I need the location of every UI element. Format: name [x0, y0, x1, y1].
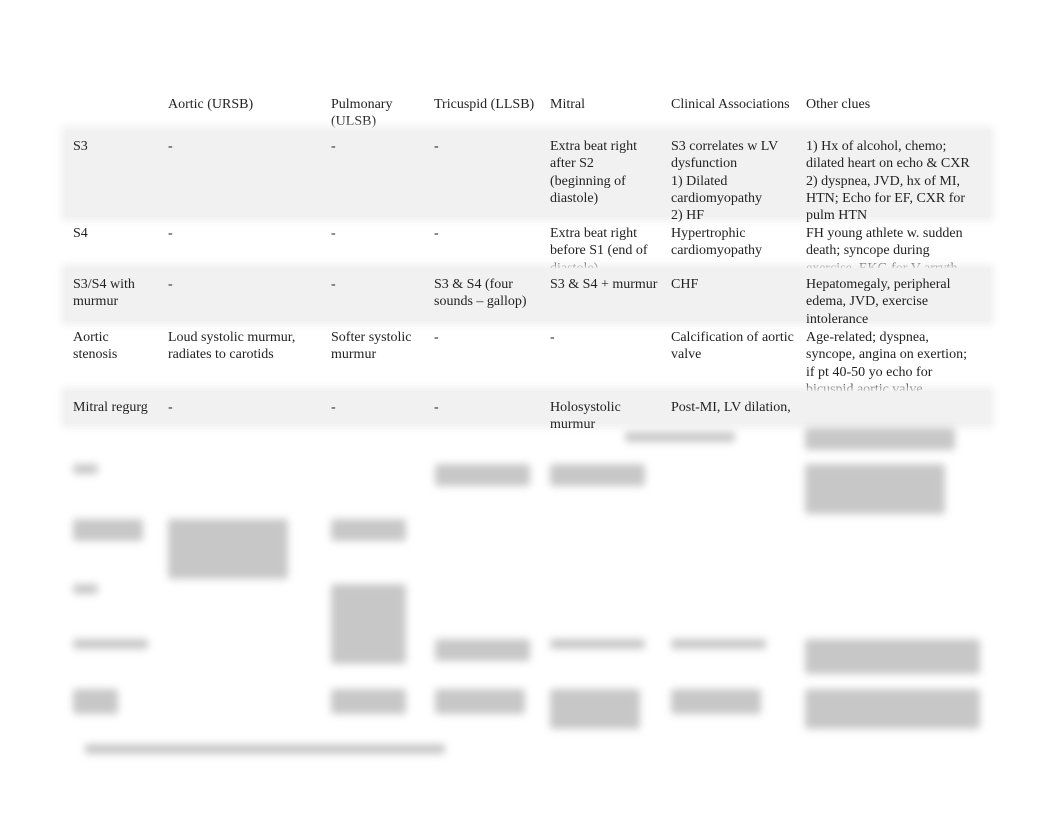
table-cell: Calcification of aortic valve — [671, 330, 794, 363]
table-cell: - — [434, 139, 439, 154]
table-cell: - — [331, 277, 336, 292]
table-cell: - — [550, 330, 555, 345]
table-cell: CHF — [671, 277, 699, 292]
row-label: S3 — [73, 139, 88, 154]
table-cell: - — [331, 226, 336, 241]
table-cell: - — [434, 330, 439, 345]
table-row: Aortic stenosis Loud systolic murmur, rad… — [65, 321, 990, 397]
row-label: Aortic stenosis — [73, 330, 118, 363]
header-cell: Tricuspid (LLSB) — [434, 97, 535, 112]
table-cell: S3 & S4 + murmur — [550, 277, 658, 292]
table-cell: - — [168, 277, 173, 292]
row-label: S3/S4 with murmur — [73, 277, 135, 310]
table-cell: Extra beat right after S2 (beginning of … — [550, 139, 638, 206]
table-cell: - — [168, 139, 173, 154]
blurred-table-section — [65, 424, 990, 754]
header-cell: Pulmonary (ULSB) — [331, 97, 393, 130]
table-cell: - — [168, 400, 173, 415]
header-cell: Clinical Associations — [671, 97, 790, 112]
table-row: S3/S4 with murmur - - S3 & S4 (four sounds … — [65, 268, 990, 327]
table-cell: - — [331, 400, 336, 415]
header-cell: Mitral — [550, 97, 585, 112]
header-cell: Other clues — [806, 97, 871, 112]
table-cell: - — [168, 226, 173, 241]
table-row: S4- - - Extra beat right before S1 (end of … — [65, 217, 990, 276]
table-cell: S3 correlates w LV dysfunction 1) Dilate… — [671, 139, 779, 224]
table-cell: Hypertrophic cardiomyopathy — [671, 226, 762, 259]
table-cell: Loud systolic murmur, radiates to caroti… — [168, 330, 296, 363]
table-cell: - — [434, 226, 439, 241]
table-row: Mitral regurg - - - Holosystolic murmur Post-… — [65, 391, 990, 432]
heart-sounds-table: Aortic (URSB) Pulmonary (ULSB) Tricuspid… — [65, 88, 990, 754]
table-cell: Post-MI, LV dilation, — [671, 400, 791, 415]
table-cell: Age-related; dyspnea, syncope, angina on… — [806, 330, 967, 397]
table-row: S3 - - - Extra beat right after S2 (beginnin… — [65, 130, 990, 223]
row-label: S4 — [73, 226, 88, 241]
table-cell: S3 & S4 (four sounds – gallop) — [434, 277, 527, 310]
table-cell: Softer systolic murmur — [331, 330, 412, 363]
table-cell: - — [434, 400, 439, 415]
table-cell: - — [331, 139, 336, 154]
table-header-row: Aortic (URSB) Pulmonary (ULSB) Tricuspid… — [65, 88, 990, 130]
table-cell: 1) Hx of alcohol, chemo; dilated heart o… — [806, 139, 970, 224]
row-label: Mitral regurg — [73, 400, 148, 415]
header-cell: Aortic (URSB) — [168, 97, 254, 112]
